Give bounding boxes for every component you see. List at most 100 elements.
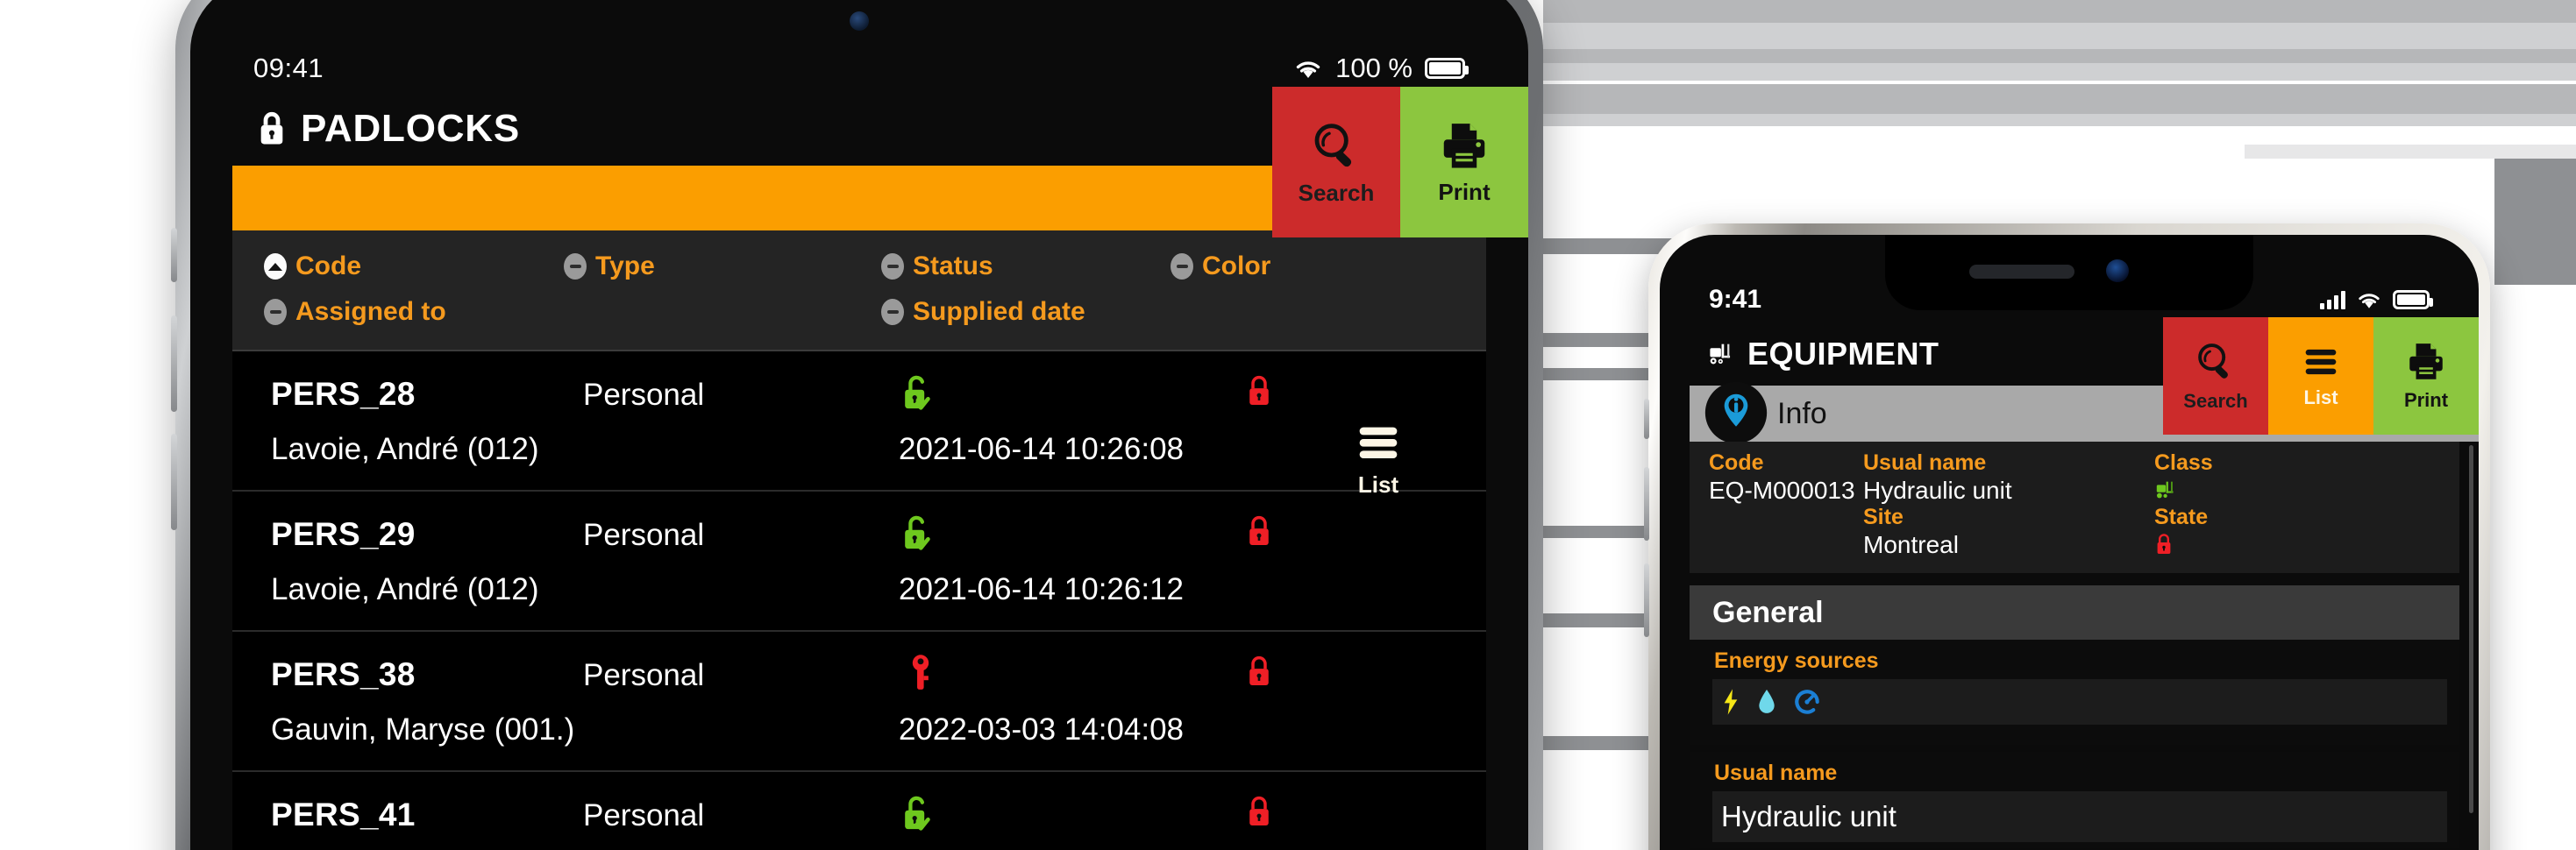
battery-full-icon [1425,58,1469,79]
print-button[interactable]: Print [2373,317,2479,435]
usual-name-value-box[interactable]: Hydraulic unit [1712,791,2447,842]
padlocks-list[interactable]: PERS_28 Personal Lavoie, André (012) 202… [232,351,1486,850]
volume-button[interactable] [171,228,177,282]
tab-info-label: Info [1777,396,1827,430]
field-label: Energy sources [1714,648,1879,673]
status-time: 09:41 [253,53,324,83]
search-button-label: Search [2183,390,2248,412]
padlock-open-green-check-icon [899,793,934,833]
row-supplied-date: 2021-06-14 10:26:12 [899,572,1184,606]
hamburger-list-icon [2298,343,2344,381]
volume-button[interactable] [1644,399,1649,439]
column-header-color[interactable]: Color [1171,251,1270,281]
section-title: General [1712,595,1824,629]
row-assigned-to: Lavoie, André (012) [271,572,539,606]
forklift-green-icon [2154,478,2213,502]
print-button-label: Print [1438,178,1491,205]
padlock-open-green-check-icon [899,513,934,553]
dash-icon [564,253,587,280]
field-usual-name-detail[interactable]: Usual name Hydraulic unit [1690,752,2459,848]
field-usual-name: Usual name Hydraulic unit [1863,450,2012,505]
field-value: Hydraulic unit [1721,800,1896,832]
phone-device-left: 09:41 100 % PADLOCKS Search List Print C… [171,0,1543,850]
forklift-icon [1707,339,1737,369]
volume-button[interactable] [171,315,177,412]
field-value: Montreal [1863,530,1959,558]
dash-icon [881,253,904,280]
column-header-type[interactable]: Type [564,251,655,281]
filter-bar[interactable] [232,166,1309,230]
backdrop-band [1543,84,2576,114]
table-row[interactable]: PERS_28 Personal Lavoie, André (012) 202… [232,351,1486,492]
field-label: Site [1863,505,1904,529]
row-code: PERS_29 [271,516,416,552]
column-header-status[interactable]: Status [881,251,993,281]
field-label: Usual name [1863,450,1987,475]
print-button-label: Print [2403,389,2449,411]
padlock-closed-red-icon [1245,513,1273,549]
energy-sources-icons [1712,679,2447,725]
table-row[interactable]: PERS_38 Personal Gauvin, Maryse (001.) 2… [232,632,1486,772]
lightning-yellow-icon [1721,688,1740,716]
row-assigned-to: Lavoie, André (012) [271,432,539,466]
backdrop-band [1543,0,2576,23]
cellular-signal-icon [2320,290,2345,309]
volume-button[interactable] [1644,563,1649,637]
row-type: Personal [583,658,705,692]
front-camera-icon [2106,259,2129,282]
column-header-supplied-date[interactable]: Supplied date [881,297,1085,327]
screenshot-stage: 09:41 100 % PADLOCKS Search List Print C… [0,0,2576,850]
list-button[interactable]: List [2268,317,2373,435]
wifi-icon [1293,57,1323,80]
search-button[interactable]: Search [2163,317,2268,435]
column-label: Status [913,251,993,280]
padlock-closed-red-icon [1245,372,1273,409]
field-class: Class [2154,450,2213,502]
search-button[interactable]: Search [1272,87,1400,237]
scrollbar[interactable] [2469,445,2473,813]
row-supplied-date: 2022-03-03 14:04:08 [899,712,1184,747]
row-code: PERS_28 [271,376,416,412]
status-time: 9:41 [1709,285,1762,314]
toolbar: Search List Print [1272,87,1528,498]
row-type: Personal [583,798,705,832]
padlock-closed-red-icon [1245,653,1273,690]
battery-percent-label: 100 % [1335,53,1413,83]
section-header-general: General [1690,585,2459,640]
field-code: Code EQ-M000013 [1709,450,1855,505]
column-label: Type [595,251,655,280]
magnifier-icon [2193,339,2238,385]
row-supplied-date: 2021-06-14 10:26:08 [899,432,1184,466]
volume-button[interactable] [1644,467,1649,541]
search-button-label: Search [1298,179,1375,206]
table-row[interactable]: PERS_41 Personal [232,772,1486,850]
row-type: Personal [583,378,705,412]
page-title: EQUIPMENT [1747,336,1939,372]
column-header-code[interactable]: Code [264,251,361,281]
wifi-icon [2356,289,2382,310]
padlock-closed-red-icon [1245,793,1273,830]
padlock-open-green-check-icon [899,372,934,413]
column-header-assigned-to[interactable]: Assigned to [264,297,446,327]
chevron-up-icon [264,253,287,280]
backdrop-band [1543,49,2576,63]
backdrop-band [1543,23,2576,49]
column-header-row: Code Type Status Color Assigned to Suppl… [232,230,1486,351]
backdrop-band [1543,114,2576,126]
magnifier-icon [1308,118,1364,174]
pressure-gauge-blue-icon [1793,688,1821,716]
column-label: Supplied date [913,297,1085,326]
print-button[interactable]: Print [1400,87,1528,237]
dash-icon [1171,253,1193,280]
key-red-icon [906,653,936,693]
table-row[interactable]: PERS_29 Personal Lavoie, André (012) 202… [232,492,1486,632]
field-energy-sources[interactable]: Energy sources [1690,640,2459,745]
padlock-closed-red-icon [2154,532,2208,556]
info-pin-icon [1704,380,1768,445]
list-button-label: List [2303,386,2338,408]
phone-screen-padlocks: 09:41 100 % PADLOCKS Search List Print C… [190,0,1528,850]
volume-button[interactable] [171,434,177,530]
padlock-closed-icon [257,110,287,147]
column-label: Code [295,251,361,280]
row-code: PERS_41 [271,797,416,832]
